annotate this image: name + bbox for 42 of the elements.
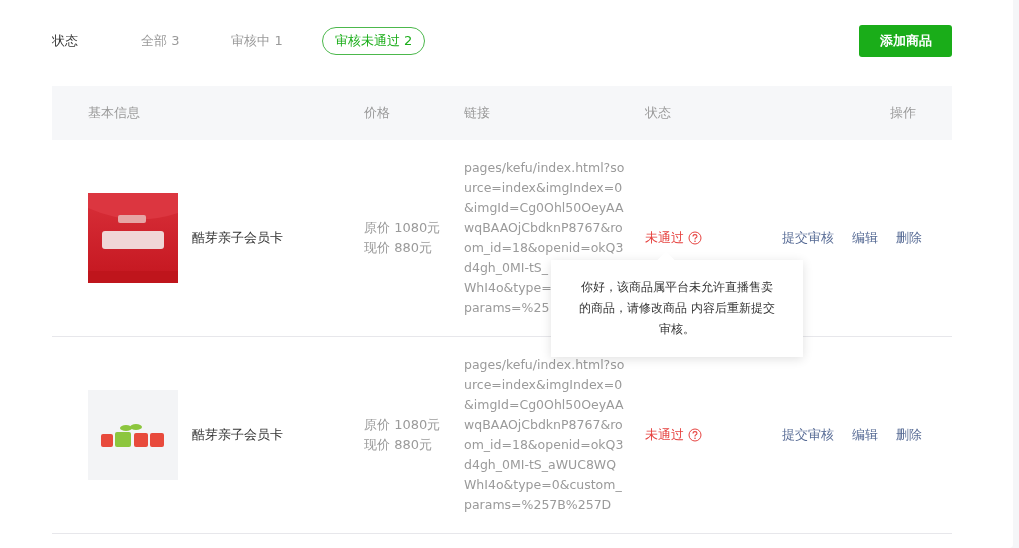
column-header: 操作 (890, 104, 917, 123)
link-text-line: om_id=18&openid=okQ3 (464, 436, 624, 454)
action-link[interactable]: 提交审核 (782, 228, 834, 248)
link-text-line: d4gh_0MI-tS_aWUC8WQ (464, 456, 617, 474)
column-header: 价格 (364, 104, 390, 123)
link-text-line: urce=index&imgIndex=0 (464, 376, 623, 394)
current-price: 现价 880元 (364, 436, 433, 454)
link-text-line: wqBAAOjCbdknP8767&ro (464, 219, 623, 237)
link-text-line: urce=index&imgIndex=0 (464, 179, 623, 197)
link-text-line: WhI4o&type=0&custom_ (464, 476, 622, 494)
column-header: 链接 (464, 104, 490, 123)
filter-label: 状态 (52, 32, 79, 51)
action-link[interactable]: 编辑 (852, 425, 878, 445)
column-header: 状态 (645, 104, 671, 123)
original-price: 原价 1080元 (364, 416, 442, 434)
help-icon[interactable] (688, 231, 702, 245)
status-text: 未通过 (645, 426, 684, 445)
original-price: 原价 1080元 (364, 219, 442, 237)
product-name: 酷芽亲子会员卡 (192, 426, 283, 445)
filter-tab[interactable]: 审核中 1 (218, 27, 296, 55)
link-text-line: pages/kefu/index.html?so (464, 356, 625, 374)
product-name: 酷芽亲子会员卡 (192, 229, 283, 248)
filter-tab[interactable]: 全部 3 (128, 27, 193, 55)
add-product-button[interactable]: 添加商品 (859, 25, 952, 57)
action-link[interactable]: 提交审核 (782, 425, 834, 445)
link-text-line: params=%25 (464, 299, 550, 317)
column-header: 基本信息 (87, 104, 140, 123)
link-text-line: om_id=18&openid=okQ3 (464, 239, 624, 257)
link-text-line: wqBAAOjCbdknP8767&ro (464, 416, 623, 434)
link-text-line: pages/kefu/index.html?so (464, 159, 625, 177)
link-text-line: WhI4o&type= (464, 279, 552, 297)
action-link[interactable]: 删除 (896, 425, 922, 445)
link-text-line: &imgId=Cg0Ohl50OeyAA (464, 396, 624, 414)
link-text-line: params=%257B%257D (464, 496, 612, 514)
status-text: 未通过 (645, 229, 684, 248)
current-price: 现价 880元 (364, 239, 433, 257)
link-text-line: d4gh_0MI-tS_ (464, 259, 548, 277)
link-text-line: &imgId=Cg0Ohl50OeyAA (464, 199, 624, 217)
action-link[interactable]: 删除 (896, 228, 922, 248)
action-link[interactable]: 编辑 (852, 228, 878, 248)
help-icon[interactable] (688, 428, 702, 442)
tooltip-text: 你好，该商品属平台未允许直播售卖的商品，请修改商品 内容后重新提交审核。 (579, 280, 775, 337)
